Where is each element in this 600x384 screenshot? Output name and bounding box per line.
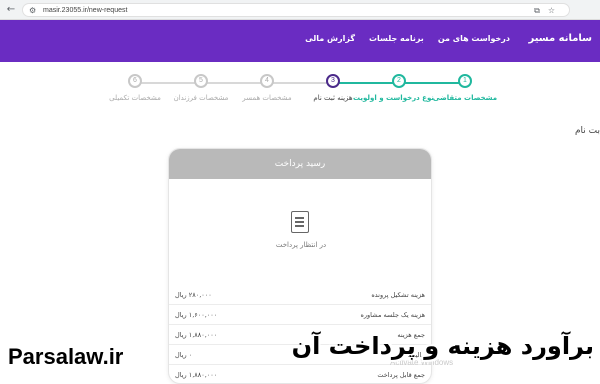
step-spouse[interactable]: 4 مشخصات همسر	[232, 74, 302, 102]
row-value: ۰ ریال	[175, 351, 193, 359]
row-label: هزینه یک جلسه مشاوره	[360, 311, 426, 319]
caption-headline: برآورد هزینه و پرداخت آن	[291, 332, 594, 360]
nav-my-requests[interactable]: درخواست های من	[438, 34, 510, 43]
row-value: ۱,۸۸۰,۰۰۰ ریال	[175, 371, 218, 379]
nav-financial-report[interactable]: گزارش مالی	[305, 34, 355, 43]
step-applicant[interactable]: 1 مشخصات متقاضی	[430, 74, 500, 102]
payment-status: در انتظار پرداخت	[275, 241, 327, 249]
row-value: ۱,۶۰۰,۰۰۰ ریال	[175, 311, 218, 319]
browser-toolbar: ← ⚙ masir.23055.ir/new-request ⧉☆	[0, 0, 600, 20]
row-label: جمع قابل پرداخت	[377, 371, 425, 379]
app-header: سامانه مسیر درخواست های من برنامه جلسات …	[0, 20, 600, 62]
site-info-icon[interactable]: ⚙	[29, 5, 36, 17]
progress-stepper: 1 مشخصات متقاضی 2 نوع درخواست و اولویت 3…	[100, 74, 500, 114]
receipt-row: جمع قابل پرداخت ۱,۸۸۰,۰۰۰ ریال	[169, 365, 431, 383]
receipt-row: هزینه تشکیل پرونده ۲۸۰,۰۰۰ ریال	[169, 285, 431, 305]
toolbar-icons[interactable]: ⧉☆	[534, 4, 563, 17]
section-title: بت نام	[574, 126, 600, 136]
back-icon[interactable]: ←	[4, 3, 18, 17]
app-brand[interactable]: سامانه مسیر	[528, 33, 592, 44]
step-registration-fee[interactable]: 3 هزینه ثبت نام	[298, 74, 368, 102]
receipt-title: رسید پرداخت	[169, 149, 431, 179]
row-value: ۱,۸۸۰,۰۰۰ ریال	[175, 331, 218, 339]
row-label: هزینه تشکیل پرونده	[371, 291, 425, 299]
site-logo-text: Parsalaw.ir	[8, 344, 124, 369]
row-value: ۲۸۰,۰۰۰ ریال	[175, 291, 212, 299]
step-children[interactable]: 5 مشخصات فرزندان	[166, 74, 236, 102]
main-nav: درخواست های من برنامه جلسات گزارش مالی	[305, 34, 510, 43]
receipt-icon	[291, 211, 309, 233]
address-bar[interactable]: ⚙ masir.23055.ir/new-request ⧉☆	[22, 3, 570, 17]
step-request-type[interactable]: 2 نوع درخواست و اولویت	[353, 74, 434, 102]
receipt-row: هزینه یک جلسه مشاوره ۱,۶۰۰,۰۰۰ ریال	[169, 305, 431, 325]
nav-sessions[interactable]: برنامه جلسات	[369, 34, 424, 43]
step-supplementary[interactable]: 6 مشخصات تکمیلی	[100, 74, 170, 102]
url-text[interactable]: masir.23055.ir/new-request	[43, 4, 127, 17]
